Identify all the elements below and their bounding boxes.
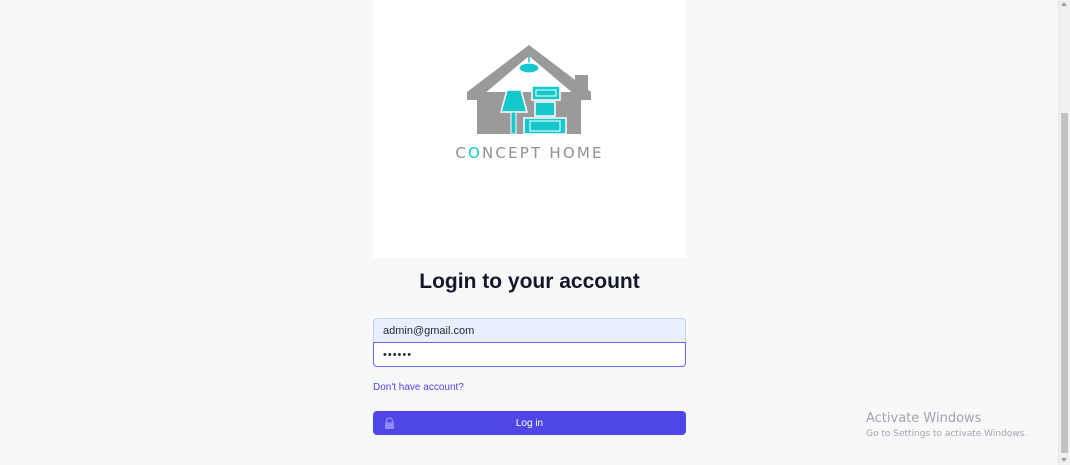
watermark-title: Activate Windows (866, 411, 982, 426)
house-logo-icon (467, 45, 591, 135)
scroll-down-icon[interactable] (1061, 458, 1067, 462)
email-field[interactable] (373, 318, 686, 343)
scroll-thumb[interactable] (1061, 113, 1068, 453)
activation-watermark: Activate Windows Go to Settings to activ… (866, 411, 1027, 439)
login-button[interactable]: Log in (373, 411, 686, 435)
watermark-subtitle: Go to Settings to activate Windows. (866, 429, 1028, 439)
brand-name-first: C (455, 144, 468, 162)
logo-card: CONCEPT HOME (373, 0, 686, 258)
scroll-up-icon[interactable] (1061, 2, 1067, 6)
password-field[interactable] (373, 342, 686, 367)
login-button-label: Log in (515, 417, 544, 429)
brand-name-rest: NCEPT HOME (482, 144, 604, 162)
vertical-scrollbar[interactable] (1058, 0, 1070, 465)
brand-name-accent: O (468, 144, 483, 162)
brand-name: CONCEPT HOME (373, 144, 686, 162)
page-title: Login to your account (419, 270, 640, 293)
signup-link[interactable]: Don't have account? (373, 382, 464, 393)
lock-icon (385, 417, 394, 429)
